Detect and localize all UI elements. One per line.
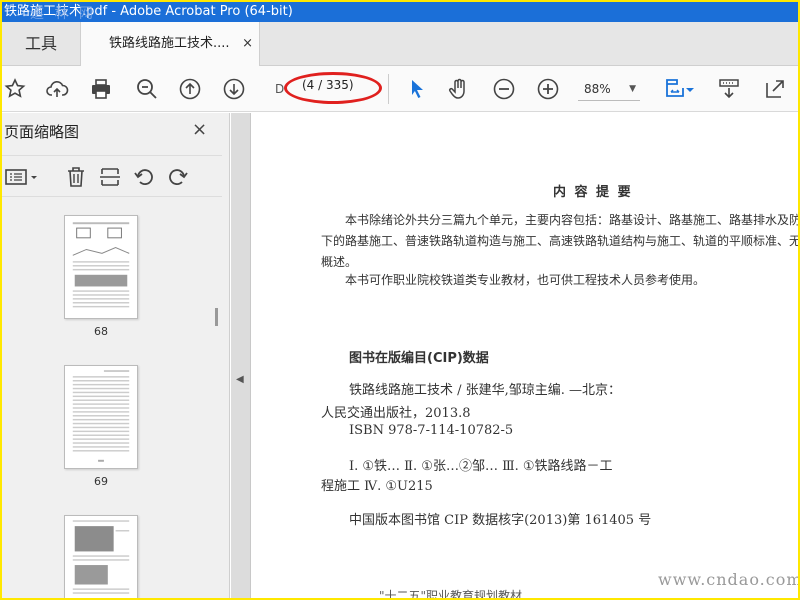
cip-line: 铁路线路施工技术 / 张建华,邹琼主编. —北京： bbox=[349, 383, 622, 398]
thumbnail-scrollbar[interactable] bbox=[210, 201, 222, 598]
cip-line: 人民交通出版社，2013.8 bbox=[321, 406, 471, 421]
tab-close-icon[interactable]: × bbox=[242, 22, 253, 66]
acrobat-window: 铁路施工技术.pdf - Adobe Acrobat Pro (64-bit) … bbox=[2, 2, 798, 598]
cip-heading: 图书在版编目(CIP)数据 bbox=[349, 351, 489, 366]
tab-bar: 工具 铁路线路施工技术.... × bbox=[2, 22, 798, 67]
star-icon[interactable] bbox=[2, 76, 28, 102]
summary-line: 本书可作职业院校铁道类专业教材，也可供工程技术人员参考使用。 bbox=[345, 273, 706, 287]
zoom-in-icon[interactable] bbox=[535, 76, 561, 102]
main-toolbar: D (4 / 335) 88% ▼ bbox=[2, 66, 798, 112]
pdf-page: 内 容 提 要 本书除绪论外共分三篇九个单元，主要内容包括：路基设计、路基施工、… bbox=[250, 113, 798, 598]
summary-line: 本书除绪论外共分三篇九个单元，主要内容包括：路基设计、路基施工、路基排水及防护 bbox=[345, 213, 798, 227]
zoom-out-icon[interactable] bbox=[491, 76, 517, 102]
thumbnail-label: 69 bbox=[94, 475, 108, 488]
tab-document-label: 铁路线路施工技术.... bbox=[109, 36, 230, 51]
zoom-value: 88% bbox=[584, 82, 611, 96]
thumbnail-label: 68 bbox=[94, 325, 108, 338]
cip-line: 中国版本图书馆 CIP 数据核字(2013)第 161405 号 bbox=[349, 513, 652, 528]
cloud-upload-icon[interactable] bbox=[44, 76, 70, 102]
prev-page-icon[interactable] bbox=[177, 76, 203, 102]
page-heading: 内 容 提 要 bbox=[553, 185, 633, 200]
rotate-left-icon[interactable] bbox=[132, 165, 156, 189]
panel-title: 页面缩略图 bbox=[4, 123, 80, 141]
summary-line: 下的路基施工、普速铁路轨道构造与施工、高速铁路轨道结构与施工、轨道的平顺标准、无… bbox=[321, 234, 798, 248]
summary-line: 概述。 bbox=[321, 255, 358, 269]
window-titlebar: 铁路施工技术.pdf - Adobe Acrobat Pro (64-bit) bbox=[2, 2, 798, 22]
delete-icon[interactable] bbox=[64, 165, 88, 189]
thumbnails-panel: 页面缩略图 × 68 69 bbox=[2, 113, 230, 598]
share-icon[interactable] bbox=[762, 76, 788, 102]
print-icon[interactable] bbox=[88, 76, 114, 102]
cip-line: 程施工 Ⅳ. ①U215 bbox=[321, 479, 433, 494]
page-thumbnail[interactable] bbox=[64, 215, 138, 319]
scroll-mode-icon[interactable] bbox=[716, 76, 742, 102]
cip-line: Ⅰ. ①铁… Ⅱ. ①张…②邹… Ⅲ. ①铁路线路－工 bbox=[349, 459, 613, 474]
close-icon[interactable]: × bbox=[192, 119, 207, 140]
fit-dropdown-chevron-icon[interactable] bbox=[684, 76, 696, 102]
site-url-watermark: www.cndao.com bbox=[658, 570, 798, 589]
rotate-right-icon[interactable] bbox=[166, 165, 190, 189]
insert-pages-icon[interactable] bbox=[98, 165, 122, 189]
chevron-down-icon: ▼ bbox=[629, 84, 636, 94]
hand-tool-icon[interactable] bbox=[446, 76, 472, 102]
toolbar-divider bbox=[388, 74, 389, 104]
tab-tools[interactable]: 工具 bbox=[2, 22, 80, 66]
thumbnail-list: 68 69 bbox=[2, 201, 210, 598]
footer-line: "十二五"职业教育规划教材 bbox=[379, 589, 523, 598]
zoom-out-search-icon[interactable] bbox=[134, 76, 160, 102]
thumbnail-toolbar bbox=[2, 155, 222, 197]
site-watermark: 道 林 网 bbox=[30, 6, 96, 22]
zoom-select[interactable]: 88% ▼ bbox=[578, 77, 640, 101]
page-thumbnail[interactable] bbox=[64, 515, 138, 598]
document-viewport[interactable]: 内 容 提 要 本书除绪论外共分三篇九个单元，主要内容包括：路基设计、路基施工、… bbox=[231, 113, 798, 598]
cip-line: ISBN 978-7-114-10782-5 bbox=[349, 423, 514, 438]
scrollbar-handle[interactable] bbox=[215, 308, 218, 326]
tab-document[interactable]: 铁路线路施工技术.... × bbox=[80, 22, 260, 67]
page-count: (4 / 335) bbox=[302, 78, 354, 92]
next-page-icon[interactable] bbox=[221, 76, 247, 102]
options-menu-icon[interactable] bbox=[4, 165, 40, 189]
select-cursor-icon[interactable] bbox=[404, 76, 430, 102]
collapse-panel-icon[interactable]: ◀ bbox=[236, 374, 244, 385]
page-thumbnail[interactable] bbox=[64, 365, 138, 469]
